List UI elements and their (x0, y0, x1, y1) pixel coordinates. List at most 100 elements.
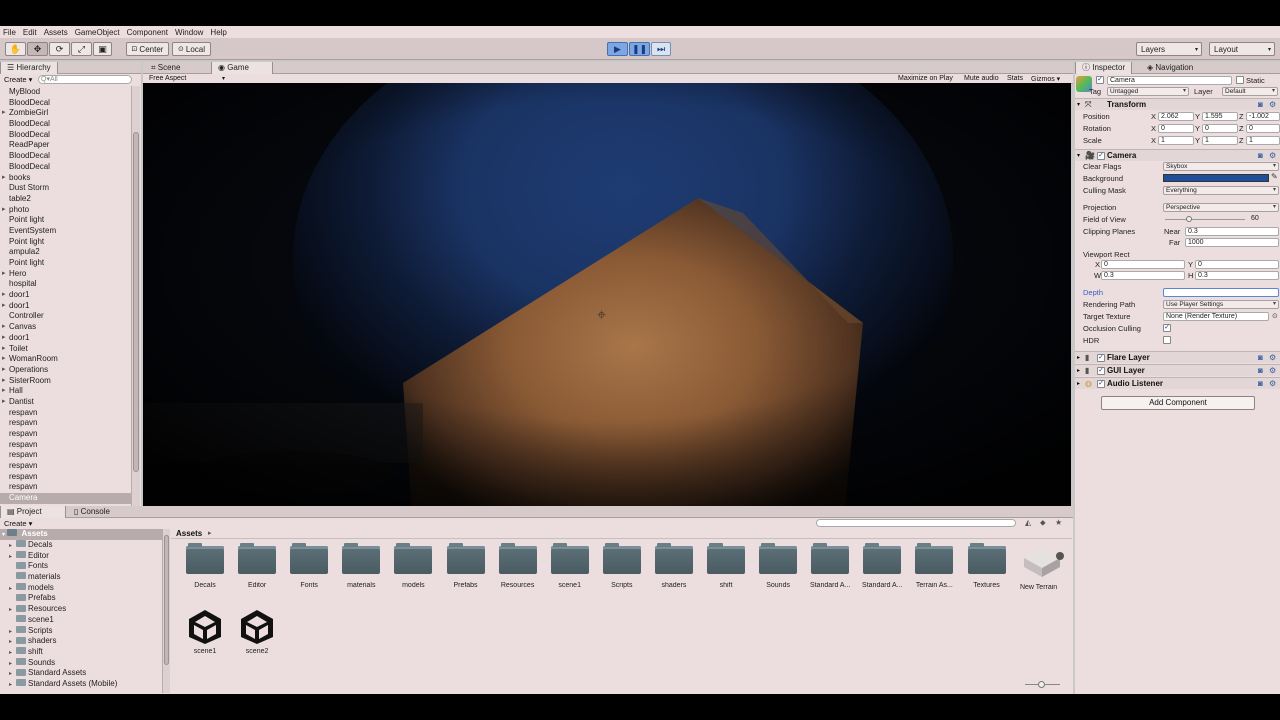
hierarchy-item[interactable]: respavn (2, 461, 128, 472)
flare-layer-checkbox[interactable]: ✓ (1097, 354, 1105, 362)
hierarchy-item[interactable]: table2 (2, 194, 128, 205)
rect-tool-button[interactable]: ▣ (93, 42, 112, 56)
fov-slider-track[interactable] (1165, 219, 1245, 220)
favorites-icon[interactable]: ★ (1055, 518, 1062, 527)
rendering-path-dropdown[interactable]: Use Player Settings (1163, 300, 1279, 309)
rotation-z-field[interactable]: 0 (1246, 124, 1280, 133)
hierarchy-item[interactable]: Operations (2, 365, 128, 376)
gear-icon[interactable]: ⚙ (1269, 99, 1276, 111)
hierarchy-item[interactable]: BloodDecal (2, 119, 128, 130)
foldout-arrow-icon[interactable]: ▸ (9, 680, 16, 691)
static-checkbox[interactable] (1236, 76, 1244, 84)
step-button[interactable]: ⏭ (651, 42, 671, 56)
position-x-label[interactable]: X (1151, 112, 1156, 121)
gear-icon[interactable]: ⚙ (1269, 378, 1276, 390)
menu-component[interactable]: Component (127, 28, 168, 37)
tree-folder-item[interactable]: ▸ Editor (9, 551, 169, 562)
tree-folder-item[interactable]: Fonts (9, 561, 169, 572)
scale-z-field[interactable]: 1 (1246, 136, 1280, 145)
scale-x-label[interactable]: X (1151, 136, 1156, 145)
position-x-field[interactable]: 2.062 (1158, 112, 1194, 121)
menu-edit[interactable]: Edit (23, 28, 37, 37)
menu-file[interactable]: File (3, 28, 16, 37)
asset-item[interactable]: Textures (961, 543, 1013, 589)
position-z-label[interactable]: Z (1239, 112, 1244, 121)
pivot-toggle-button[interactable]: ⊡ Center (126, 42, 169, 56)
tab-inspector[interactable]: ⓘ Inspector (1075, 62, 1133, 74)
layer-dropdown[interactable]: Default (1222, 87, 1278, 96)
gear-icon[interactable]: ⚙ (1269, 365, 1276, 377)
asset-item[interactable]: scene1 (544, 543, 596, 589)
rotation-y-label[interactable]: Y (1195, 124, 1200, 133)
position-y-field[interactable]: 1.595 (1202, 112, 1238, 121)
culling-mask-dropdown[interactable]: Everything (1163, 186, 1279, 195)
hierarchy-item[interactable]: Point light (2, 215, 128, 226)
pause-button[interactable]: ❚❚ (629, 42, 650, 56)
project-create-button[interactable]: Create ▾ (4, 519, 32, 528)
hierarchy-item[interactable]: BloodDecal (2, 162, 128, 173)
transform-header[interactable]: ▾ ⤧ Transform ◙ ⚙ (1075, 98, 1280, 110)
asset-item[interactable]: Standard A... (856, 543, 908, 589)
gizmos-dropdown[interactable]: Gizmos ▾ (1031, 75, 1060, 83)
hierarchy-item[interactable]: Toilet (2, 344, 128, 355)
layers-dropdown[interactable]: Layers ▾ (1136, 42, 1202, 56)
hierarchy-item[interactable]: door1 (2, 333, 128, 344)
hierarchy-item[interactable]: door1 (2, 301, 128, 312)
rotation-x-label[interactable]: X (1151, 124, 1156, 133)
hierarchy-item[interactable]: respavn (2, 482, 128, 493)
asset-item[interactable]: shaders (648, 543, 700, 589)
asset-item[interactable]: materials (335, 543, 387, 589)
hierarchy-item[interactable]: ReadPaper (2, 140, 128, 151)
space-toggle-button[interactable]: ⊙ Local (172, 42, 211, 56)
stats-toggle[interactable]: Stats (1007, 75, 1023, 82)
gear-icon[interactable]: ⚙ (1269, 150, 1276, 162)
tab-hierarchy[interactable]: ☰ Hierarchy (0, 62, 58, 74)
hierarchy-item[interactable]: respavn (2, 472, 128, 483)
object-name-field[interactable]: Camera (1107, 76, 1232, 85)
rotation-x-field[interactable]: 0 (1158, 124, 1194, 133)
asset-item[interactable]: Fonts (283, 543, 335, 589)
hand-tool-button[interactable]: ✋ (5, 42, 26, 56)
hierarchy-item[interactable]: Camera (0, 493, 131, 504)
gear-icon[interactable]: ⚙ (1269, 352, 1276, 364)
move-tool-button[interactable]: ✥ (27, 42, 48, 56)
asset-item[interactable]: Scripts (596, 543, 648, 589)
hierarchy-item[interactable]: BloodDecal (2, 98, 128, 109)
hierarchy-item[interactable]: MyBlood (2, 87, 128, 98)
asset-item[interactable]: Editor (231, 543, 283, 589)
project-tree-scrollbar[interactable] (162, 529, 170, 693)
tab-navigation[interactable]: ◈ Navigation (1141, 62, 1199, 74)
menu-gameobject[interactable]: GameObject (75, 28, 120, 37)
tab-console[interactable]: ▯ Console (68, 506, 116, 518)
rotation-z-label[interactable]: Z (1239, 124, 1244, 133)
scale-tool-button[interactable]: ⤢ (71, 42, 92, 56)
hierarchy-item[interactable]: ZombieGirl (2, 108, 128, 119)
hierarchy-item[interactable]: BloodDecal (2, 151, 128, 162)
tab-project[interactable]: ▤ Project (0, 506, 66, 518)
hdr-checkbox[interactable] (1163, 336, 1171, 344)
hierarchy-create-button[interactable]: Create ▾ (4, 75, 32, 84)
icon-size-slider-thumb[interactable] (1038, 681, 1045, 688)
hierarchy-item[interactable]: Hall (2, 386, 128, 397)
scale-y-field[interactable]: 1 (1202, 136, 1238, 145)
tree-folder-item[interactable]: ▸ Sounds (9, 658, 169, 669)
gui-layer-header[interactable]: ▸ ▮ ✓ GUI Layer ◙ ⚙ (1075, 364, 1280, 376)
project-search-input[interactable] (816, 519, 1016, 527)
game-view[interactable]: ⌖ (143, 83, 1071, 528)
viewport-h-field[interactable]: 0.3 (1195, 271, 1279, 280)
tree-folder-item[interactable]: ▸ Resources (9, 604, 169, 615)
position-z-field[interactable]: -1.002 (1246, 112, 1280, 121)
camera-header[interactable]: ▾ 🎥 ✓ Camera ◙ ⚙ (1075, 149, 1280, 161)
hierarchy-item[interactable]: WomanRoom (2, 354, 128, 365)
aspect-dropdown[interactable]: Free Aspect ▾ (149, 75, 229, 82)
tree-folder-item[interactable]: materials (9, 572, 169, 583)
gui-layer-checkbox[interactable]: ✓ (1097, 367, 1105, 375)
filter-label-icon[interactable]: ⬥ (1040, 518, 1046, 528)
asset-item[interactable]: New Terrain (1013, 546, 1065, 591)
viewport-w-field[interactable]: 0.3 (1101, 271, 1185, 280)
background-color-swatch[interactable] (1163, 174, 1269, 182)
filter-type-icon[interactable]: ◭ (1025, 518, 1031, 527)
tree-folder-item[interactable]: ▸ shaders (9, 636, 169, 647)
hierarchy-item[interactable]: SisterRoom (2, 376, 128, 387)
fov-field[interactable]: 60 (1249, 215, 1279, 224)
